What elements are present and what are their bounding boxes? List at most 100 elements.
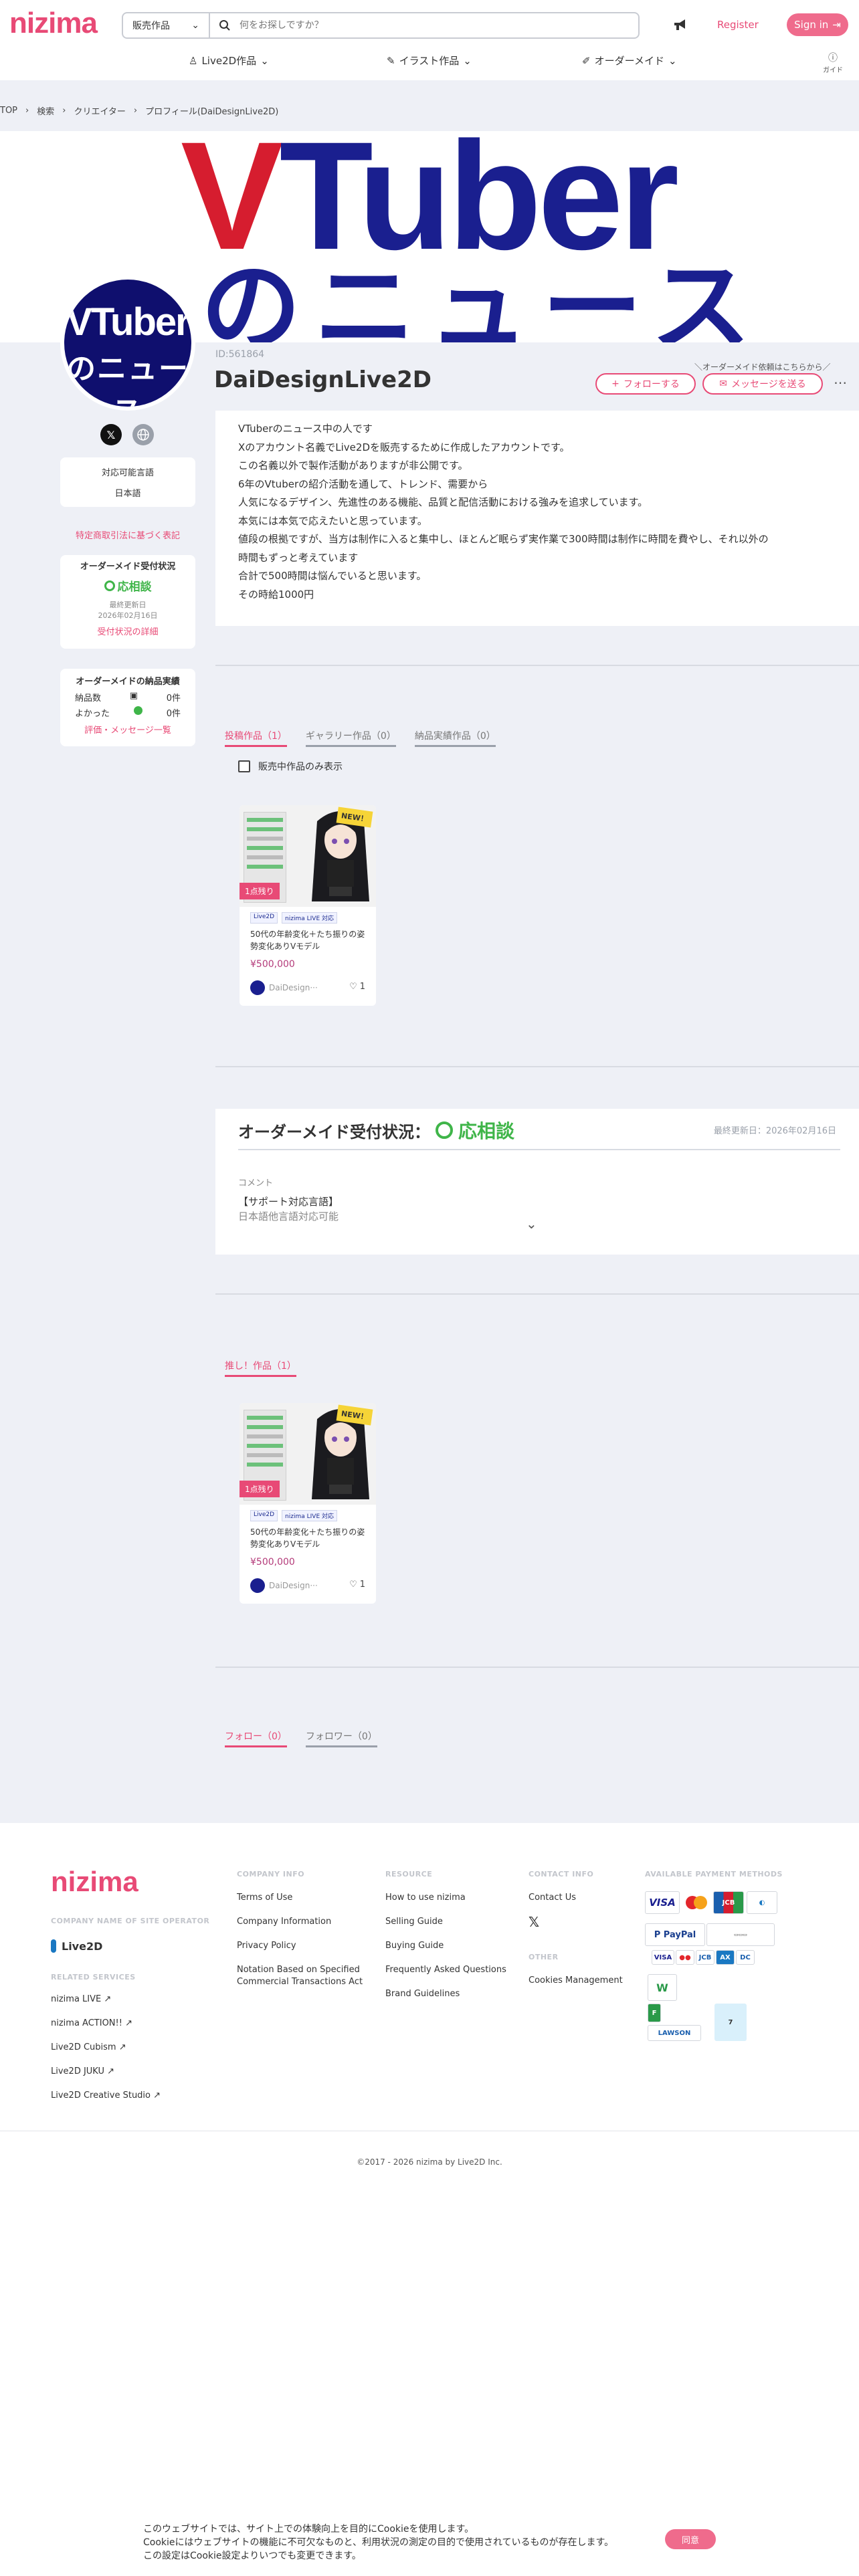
nizima-logo[interactable]: nizima xyxy=(9,7,98,44)
footer-resource-link[interactable]: Buying Guide xyxy=(385,1941,444,1951)
message-button[interactable]: ✉ メッセージを送る xyxy=(702,373,823,395)
product-card[interactable]: NEW！ 1点残り Live2D nizima LIVE 対応 50代の年齢変化… xyxy=(240,1403,376,1604)
more-icon[interactable]: ⋯ xyxy=(834,374,847,391)
lawson-icon: LAWSON xyxy=(648,2025,701,2041)
like-count: 1 xyxy=(359,1580,365,1590)
footer-company-link[interactable]: Terms of Use xyxy=(237,1893,292,1903)
footer-contact-link[interactable]: Contact Us xyxy=(529,1893,576,1903)
footer-resource-link[interactable]: How to use nizima xyxy=(385,1893,466,1903)
product-price: ¥500,000 xyxy=(250,959,295,970)
box-icon: ▣ xyxy=(129,691,138,701)
x-icon[interactable]: 𝕏 xyxy=(100,424,122,445)
comment-label: コメント xyxy=(238,1178,274,1188)
remaining-badge: 1点残り xyxy=(240,883,280,899)
follow-button[interactable]: + フォローする xyxy=(595,373,696,395)
tab-gallery[interactable]: ギャラリー作品（0） xyxy=(305,729,396,747)
nav-order[interactable]: ✐ オーダーメイド ⌄ xyxy=(582,53,677,68)
product-author[interactable]: DaiDesign··· xyxy=(250,1578,318,1593)
search-input[interactable] xyxy=(240,20,638,31)
expand-chevron-icon[interactable]: ⌄ xyxy=(526,1216,537,1232)
law-link[interactable]: 特定商取引法に基づく表記 xyxy=(60,528,195,541)
globe-icon[interactable] xyxy=(132,424,154,445)
nav-live2d-label: Live2D作品 xyxy=(201,55,257,67)
like-count: 1 xyxy=(359,982,365,992)
product-author[interactable]: DaiDesign··· xyxy=(250,980,318,995)
footer-service-link[interactable]: Live2D JUKU ↗ xyxy=(51,2066,114,2076)
footer-services-head: RELATED SERVICES xyxy=(51,1973,136,1981)
external-link-icon: ↗ xyxy=(153,2090,161,2101)
like-button[interactable]: ♡ 1 xyxy=(349,1580,365,1590)
order-icon: ✐ xyxy=(582,54,591,67)
heart-icon: ♡ xyxy=(349,1580,357,1590)
chevron-right-icon: › xyxy=(25,106,29,116)
footer-company-link[interactable]: Notation Based on Specified xyxy=(237,1965,360,1975)
creator-id: ID:561864 xyxy=(215,349,265,360)
divider xyxy=(215,1066,859,1067)
breadcrumb-top[interactable]: TOP xyxy=(0,106,17,116)
footer-service-link[interactable]: nizima ACTION!! ↗ xyxy=(51,2018,132,2028)
tab-posted[interactable]: 投稿作品（1） xyxy=(225,729,287,747)
recommend-tabs: 推し！作品（1） xyxy=(225,1359,296,1377)
cookie-line: このウェブサイトでは、サイト上での体験向上を目的にCookieを使用します。 xyxy=(143,2524,474,2535)
good-row: よかった 0件 xyxy=(60,706,195,719)
product-tag: nizima LIVE 対応 xyxy=(282,912,337,924)
breadcrumb-creator[interactable]: クリエイター xyxy=(74,104,125,117)
footer-resource-link[interactable]: Selling Guide xyxy=(385,1917,443,1927)
footer-company-link[interactable]: Commercial Transactions Act xyxy=(237,1977,363,1987)
footer-service-link[interactable]: Live2D Cubism ↗ xyxy=(51,2042,126,2052)
order-detail-link[interactable]: 受付状況の詳細 xyxy=(60,625,195,637)
live2d-logo-icon xyxy=(51,1939,56,1953)
product-card[interactable]: NEW！ 1点残り Live2D nizima LIVE 対応 50代の年齢変化… xyxy=(240,805,376,1006)
search-bar: 販売作品 ⌄ xyxy=(122,12,640,39)
search-icon[interactable] xyxy=(210,19,240,31)
product-tag: Live2D xyxy=(250,1510,278,1521)
guide-button[interactable]: ⓘ ガイド xyxy=(822,51,844,74)
breadcrumb: TOP › 検索 › クリエイター › プロフィール(DaiDesignLive… xyxy=(0,104,278,117)
footer-resource-link[interactable]: Frequently Asked Questions xyxy=(385,1965,506,1975)
tab-delivered[interactable]: 納品実績作品（0） xyxy=(414,729,496,747)
register-link[interactable]: Register xyxy=(717,19,759,31)
delivery-record-title: オーダーメイドの納品実績 xyxy=(76,677,180,687)
jcb-icon: JCB xyxy=(713,1891,744,1914)
signin-button[interactable]: Sign in ⇥ xyxy=(787,13,848,36)
announcement-icon[interactable] xyxy=(673,17,689,36)
smile-icon xyxy=(133,706,142,715)
divider xyxy=(215,665,859,666)
cookie-notice: このウェブサイトでは、サイト上での体験向上を目的にCookieを使用します。 C… xyxy=(143,2523,613,2563)
chevron-right-icon: › xyxy=(62,106,66,116)
tab-followers[interactable]: フォロワー（0） xyxy=(305,1729,377,1747)
x-icon[interactable]: 𝕏 xyxy=(529,1914,539,1930)
product-title: 50代の年齢変化＋たち振りの姿勢変化ありVモデル xyxy=(250,930,365,951)
like-button[interactable]: ♡ 1 xyxy=(349,982,365,992)
nav-illustration[interactable]: ✎ イラスト作品 ⌄ xyxy=(387,53,472,68)
card-diners-icon: DC xyxy=(736,1950,755,1965)
language-card: 対応可能言語 日本語 xyxy=(60,457,195,507)
remaining-badge: 1点残り xyxy=(240,1481,280,1497)
plus-icon: + xyxy=(611,379,619,389)
sale-filter-checkbox[interactable] xyxy=(238,760,250,772)
nav-order-label: オーダーメイド xyxy=(594,55,664,67)
footer-logo[interactable]: nizima xyxy=(51,1866,138,1898)
bio-line: 6年のVtuberの紹介活動を通して、トレンド、需要から xyxy=(238,477,488,490)
live2d-logo[interactable]: Live2D xyxy=(51,1939,102,1953)
footer-company-link[interactable]: Privacy Policy xyxy=(237,1941,296,1951)
footer-resource-link[interactable]: Brand Guidelines xyxy=(385,1989,460,1999)
footer-cookie-link[interactable]: Cookies Management xyxy=(529,1975,623,1985)
footer-service-link[interactable]: nizima LIVE ↗ xyxy=(51,1994,111,2004)
footer-service-link[interactable]: Live2D Creative Studio ↗ xyxy=(51,2090,161,2101)
bio-line: 人気になるデザイン、先進性のある機能、品質と配信活動における強みを追求しています… xyxy=(238,496,648,508)
order-status-value: 応相談 xyxy=(60,577,195,594)
product-price: ¥500,000 xyxy=(250,1557,295,1568)
footer-company-link[interactable]: Company Information xyxy=(237,1917,331,1927)
search-category-label: 販売作品 xyxy=(132,21,170,31)
comment-body: 【サポート対応言語】 日本語他言語対応可能 xyxy=(238,1194,339,1224)
search-category-select[interactable]: 販売作品 ⌄ xyxy=(123,13,210,37)
tab-follow[interactable]: フォロー（0） xyxy=(225,1729,287,1747)
tab-recommend[interactable]: 推し！作品（1） xyxy=(225,1359,296,1377)
cookie-agree-button[interactable]: 同意 xyxy=(665,2529,716,2549)
breadcrumb-search[interactable]: 検索 xyxy=(37,104,54,117)
bio-line: Xのアカウント名義でLive2Dを販売するために作成したアカウントです。 xyxy=(238,441,570,453)
review-link[interactable]: 評価・メッセージ一覧 xyxy=(60,723,195,736)
nav-live2d[interactable]: ♙ Live2D作品 ⌄ xyxy=(189,53,269,68)
sale-filter[interactable]: 販売中作品のみ表示 xyxy=(238,760,343,773)
